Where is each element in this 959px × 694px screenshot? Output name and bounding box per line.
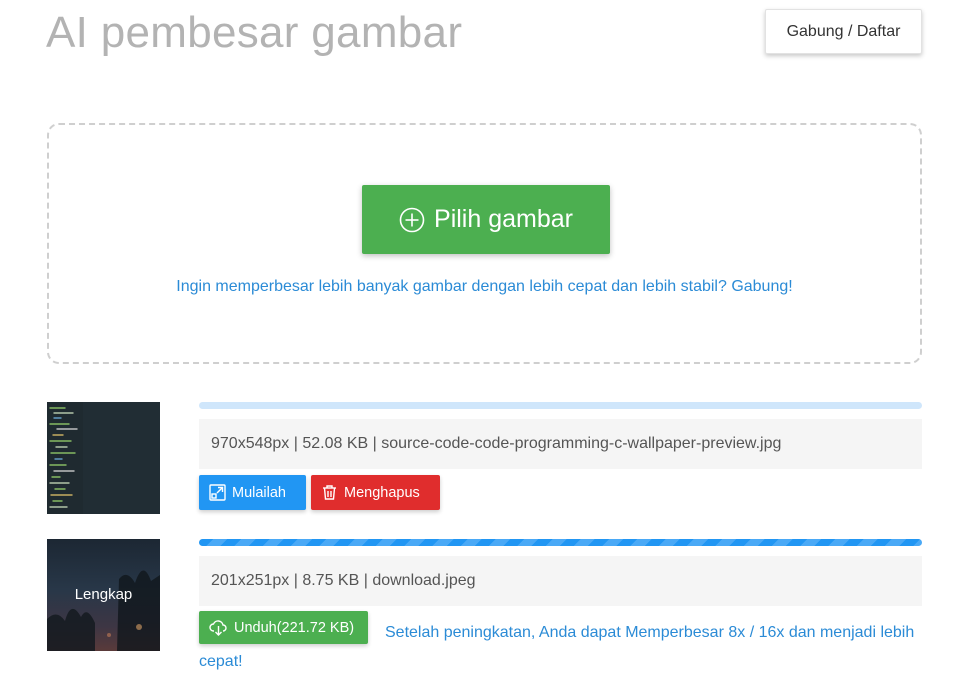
file-info: 201x251px | 8.75 KB | download.jpeg <box>199 556 922 606</box>
expand-icon <box>209 484 226 501</box>
join-promo-link[interactable]: Ingin memperbesar lebih banyak gambar de… <box>49 278 920 296</box>
cloud-download-icon <box>209 619 228 636</box>
delete-label: Menghapus <box>344 484 420 501</box>
download-button[interactable]: Unduh(221.72 KB) <box>199 611 368 644</box>
start-upscale-button[interactable]: Mulailah <box>199 475 306 510</box>
upload-progress-bar <box>199 539 922 546</box>
file-info: 970x548px | 52.08 KB | source-code-code-… <box>199 419 922 469</box>
image-thumbnail: Lengkap <box>47 539 160 651</box>
pick-image-button[interactable]: Pilih gambar <box>362 185 610 254</box>
pick-image-label: Pilih gambar <box>434 205 573 233</box>
status-complete-label: Lengkap <box>74 586 133 603</box>
image-thumbnail <box>47 402 160 514</box>
start-upscale-label: Mulailah <box>232 484 286 501</box>
login-register-button[interactable]: Gabung / Daftar <box>765 9 922 54</box>
upload-progress-bar <box>199 402 922 409</box>
download-label: Unduh(221.72 KB) <box>234 619 355 636</box>
page-title: AI pembesar gambar <box>46 8 463 57</box>
plus-circle-icon <box>399 207 425 233</box>
trash-icon <box>321 484 338 501</box>
delete-button[interactable]: Menghapus <box>311 475 440 510</box>
upload-dropzone[interactable]: Pilih gambar Ingin memperbesar lebih ban… <box>47 123 922 364</box>
